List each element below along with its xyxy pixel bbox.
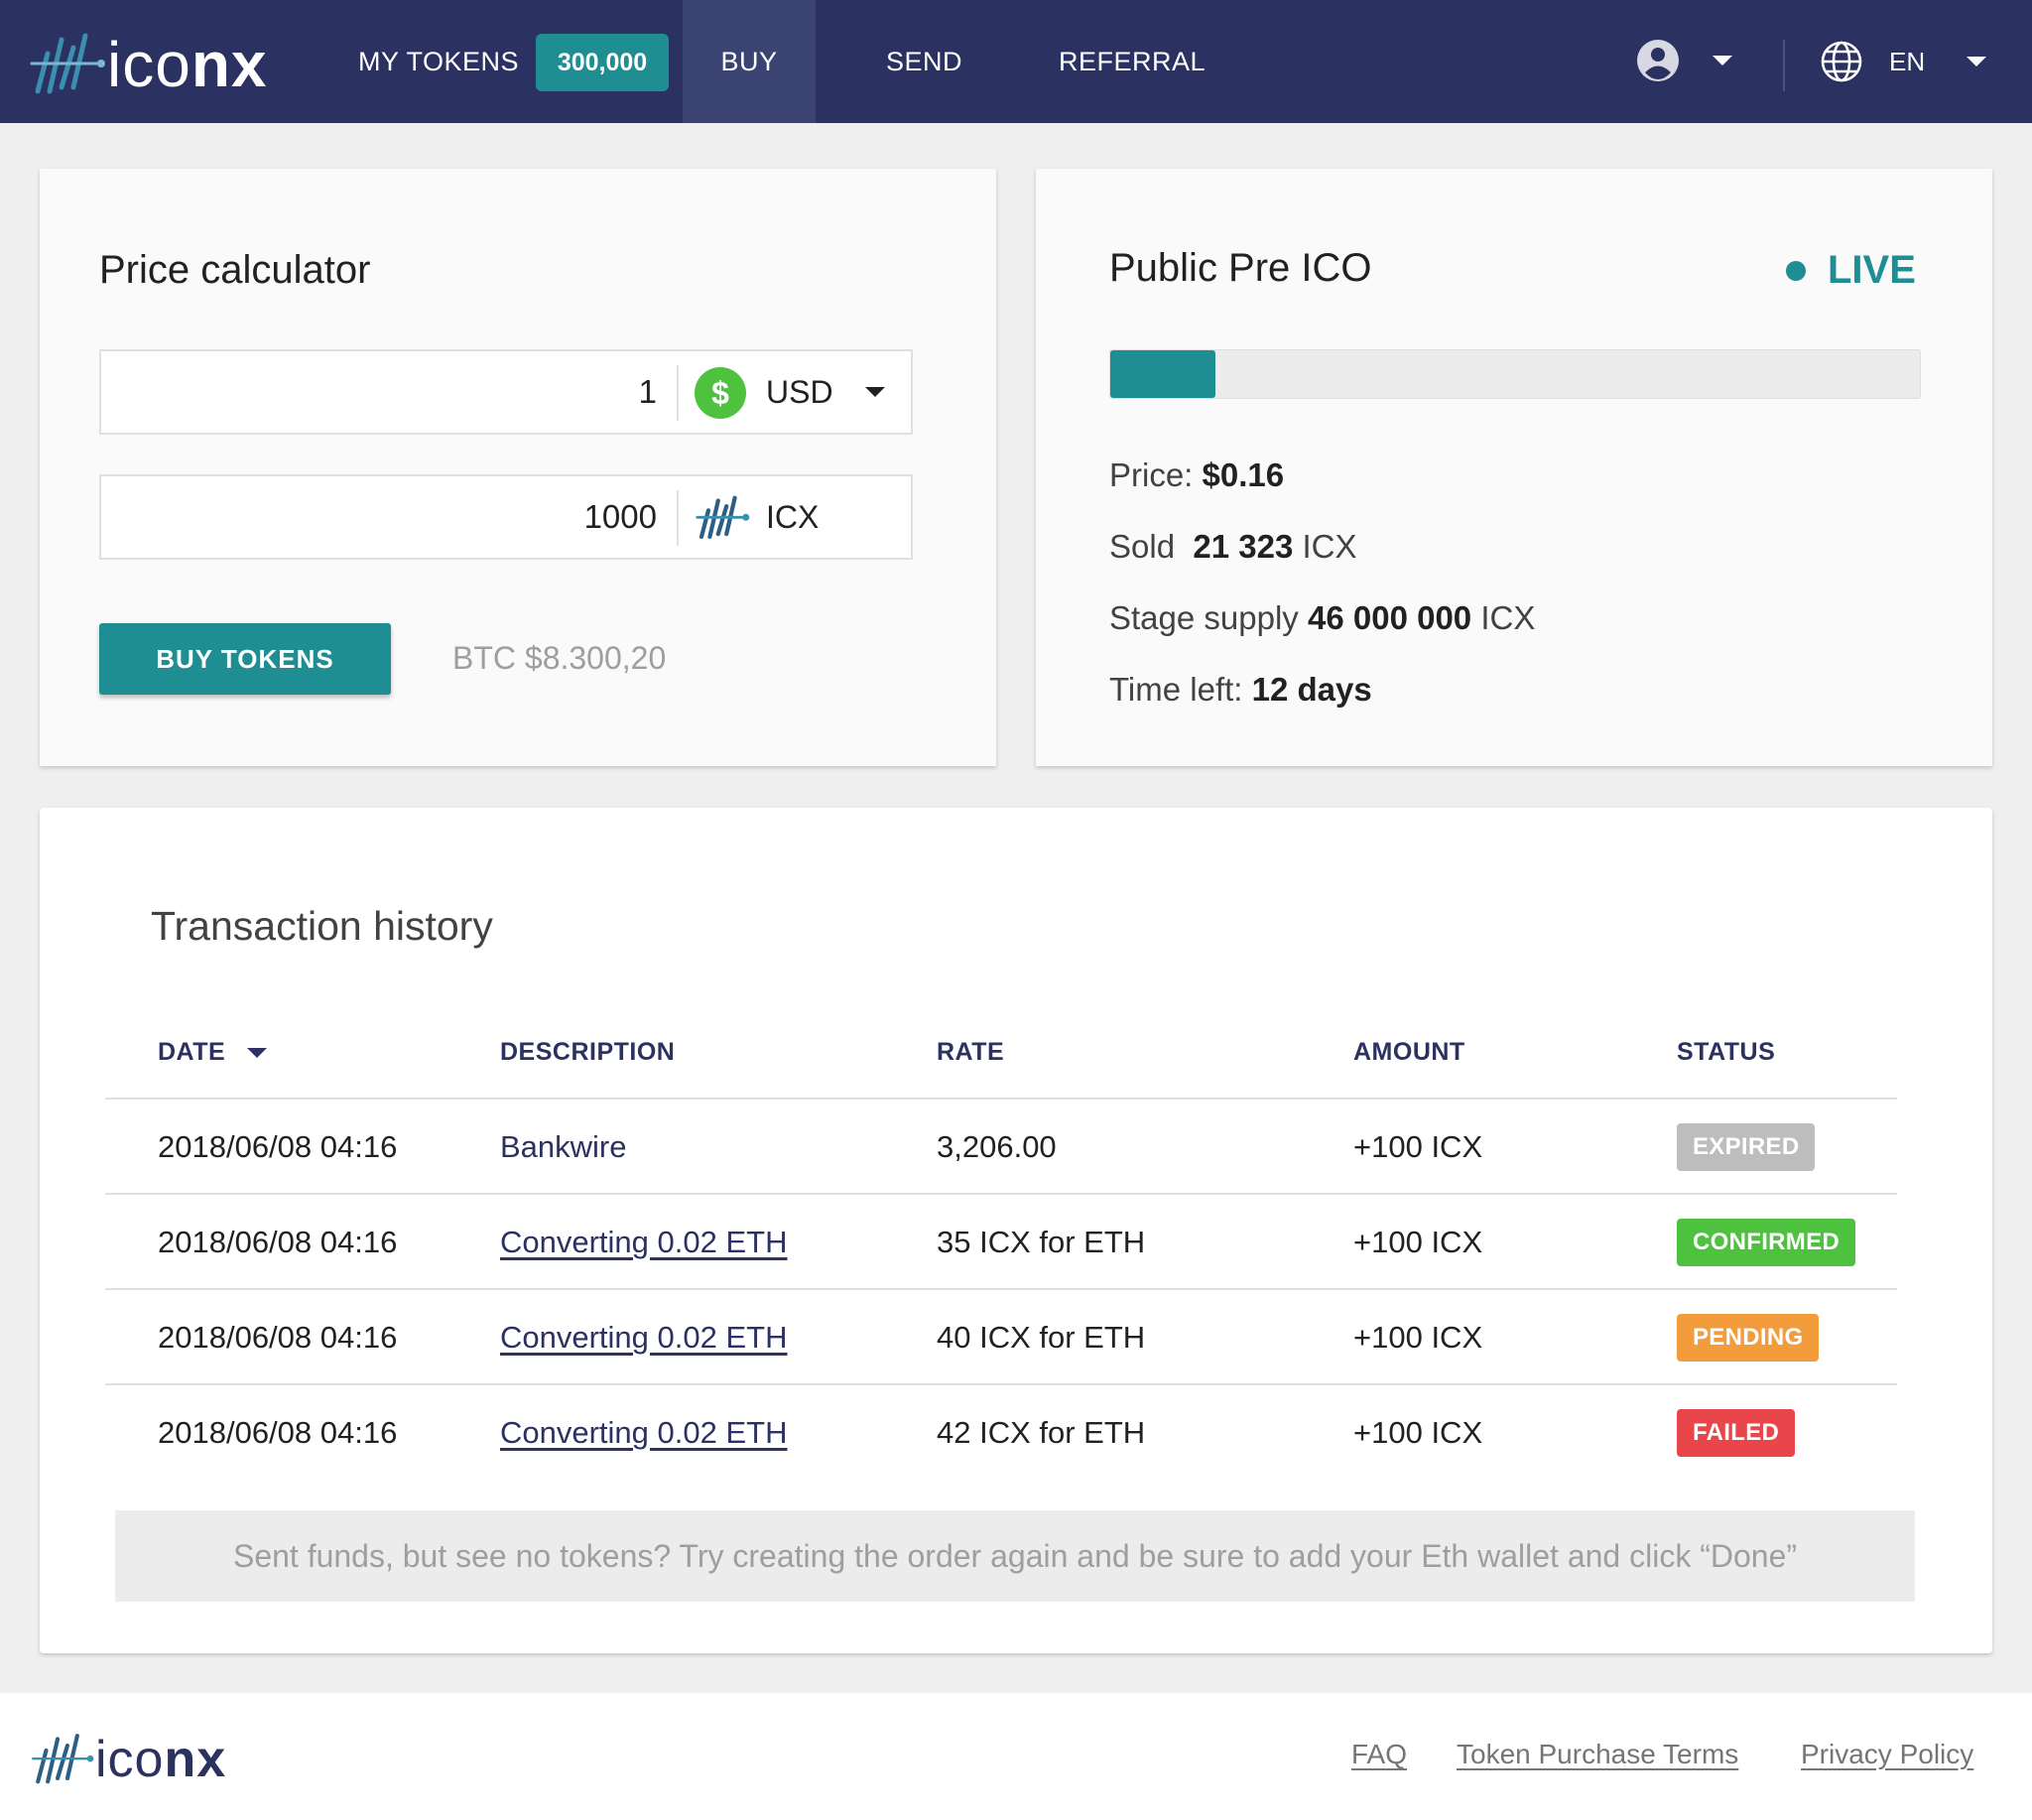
svg-text:$: $ <box>711 375 729 411</box>
nav-referral[interactable]: REFERRAL <box>1059 0 1206 123</box>
to-currency-label: ICX <box>766 498 820 535</box>
icx-logo-icon <box>32 1734 94 1784</box>
card-title: Price calculator <box>99 248 371 292</box>
column-header-amount: AMOUNT <box>1353 1038 1465 1066</box>
to-amount-row: 1000 ICX <box>99 474 913 560</box>
footer: iconx FAQ Token Purchase Terms Privacy P… <box>0 1693 2032 1820</box>
row-description-link[interactable]: Converting 0.02 ETH <box>500 1195 787 1290</box>
table-row: 2018/06/08 04:16 Converting 0.02 ETH 35 … <box>105 1195 1897 1290</box>
row-date: 2018/06/08 04:16 <box>158 1415 398 1450</box>
row-rate: 42 ICX for ETH <box>937 1415 1146 1450</box>
user-menu[interactable] <box>1635 38 1732 83</box>
table-row: 2018/06/08 04:16 Bankwire 3,206.00 +100 … <box>105 1100 1897 1195</box>
footer-link-privacy[interactable]: Privacy Policy <box>1801 1739 1973 1770</box>
row-status-cell: PENDING <box>1677 1290 1820 1385</box>
card-title: Transaction history <box>151 903 493 949</box>
from-currency-select[interactable]: USD <box>766 351 833 433</box>
field-divider <box>677 490 679 546</box>
iconx-logo[interactable]: iconx <box>30 1731 226 1788</box>
row-date: 2018/06/08 04:16 <box>158 1225 398 1259</box>
footer-link-faq[interactable]: FAQ <box>1351 1739 1407 1770</box>
icx-logo-icon <box>696 495 750 539</box>
globe-icon <box>1821 41 1862 82</box>
help-note: Sent funds, but see no tokens? Try creat… <box>115 1510 1915 1602</box>
card-title: Public Pre ICO <box>1109 246 1372 290</box>
account-circle-icon <box>1637 40 1679 81</box>
iconx-logo[interactable]: iconx <box>28 30 268 99</box>
chevron-down-icon[interactable] <box>865 387 885 397</box>
time-left-stat: Time left: 12 days <box>1109 671 1372 708</box>
ico-status-card: Public Pre ICO LIVE Price: $0.16 Sold 21… <box>1036 169 1992 766</box>
live-status-indicator: LIVE <box>1786 248 1916 293</box>
row-date: 2018/06/08 04:16 <box>158 1320 398 1355</box>
from-amount-input[interactable]: 1 <box>639 351 657 433</box>
price-calculator-card: Price calculator 1 $ USD 1000 ICX BUY TO… <box>40 169 996 766</box>
token-balance-badge: 300,000 <box>536 34 669 91</box>
status-badge: FAILED <box>1677 1409 1796 1457</box>
nav-my-tokens[interactable]: MY TOKENS <box>358 0 519 123</box>
row-amount: +100 ICX <box>1353 1225 1483 1259</box>
to-amount-input[interactable]: 1000 <box>584 476 657 558</box>
icx-logo-icon <box>30 33 105 94</box>
sold-stat: Sold 21 323 ICX <box>1109 528 1357 565</box>
from-amount-row: 1 $ USD <box>99 349 913 435</box>
sale-progress-bar <box>1109 349 1921 399</box>
nav-divider <box>1783 40 1785 91</box>
transaction-history-card: Transaction history DATE DESCRIPTION RAT… <box>40 808 1992 1653</box>
row-rate: 40 ICX for ETH <box>937 1320 1146 1355</box>
buy-tokens-button[interactable]: BUY TOKENS <box>99 623 391 695</box>
row-amount: +100 ICX <box>1353 1320 1483 1355</box>
row-date: 2018/06/08 04:16 <box>158 1129 398 1164</box>
language-selector[interactable]: EN <box>1820 40 1987 83</box>
status-badge: CONFIRMED <box>1677 1219 1856 1266</box>
brand-wordmark: iconx <box>95 1731 227 1788</box>
row-status-cell: CONFIRMED <box>1677 1195 1856 1290</box>
live-dot-icon <box>1786 260 1806 281</box>
row-description-link[interactable]: Converting 0.02 ETH <box>500 1385 787 1481</box>
stage-supply-stat: Stage supply 46 000 000 ICX <box>1109 599 1536 636</box>
table-row: 2018/06/08 04:16 Converting 0.02 ETH 42 … <box>105 1385 1897 1481</box>
chevron-down-icon <box>1967 57 1987 66</box>
nav-send[interactable]: SEND <box>886 0 962 123</box>
sale-progress-fill <box>1110 350 1216 398</box>
language-label: EN <box>1889 46 1926 76</box>
footer-link-terms[interactable]: Token Purchase Terms <box>1457 1739 1738 1770</box>
field-divider <box>677 365 679 421</box>
sort-down-icon <box>247 1047 268 1058</box>
nav-buy[interactable]: BUY <box>683 0 816 123</box>
btc-rate-text: BTC $8.300,20 <box>452 640 667 676</box>
row-description: Bankwire <box>500 1129 627 1164</box>
status-badge: EXPIRED <box>1677 1123 1816 1171</box>
chevron-down-icon <box>1713 56 1732 65</box>
column-header-date[interactable]: DATE <box>158 1038 268 1067</box>
top-navigation-bar: iconx MY TOKENS 300,000 BUY SEND REFERRA… <box>0 0 2032 123</box>
row-amount: +100 ICX <box>1353 1415 1483 1450</box>
column-header-description: DESCRIPTION <box>500 1038 676 1066</box>
column-header-rate: RATE <box>937 1038 1005 1066</box>
status-badge: PENDING <box>1677 1314 1820 1362</box>
row-rate: 35 ICX for ETH <box>937 1225 1146 1259</box>
brand-wordmark: iconx <box>107 29 268 100</box>
row-status-cell: FAILED <box>1677 1385 1796 1481</box>
live-status-label: LIVE <box>1828 248 1916 292</box>
row-status-cell: EXPIRED <box>1677 1100 1816 1195</box>
row-rate: 3,206.00 <box>937 1129 1057 1164</box>
dollar-coin-icon: $ <box>695 367 746 419</box>
row-amount: +100 ICX <box>1353 1129 1483 1164</box>
price-stat: Price: $0.16 <box>1109 456 1285 493</box>
table-row: 2018/06/08 04:16 Converting 0.02 ETH 40 … <box>105 1290 1897 1385</box>
column-header-status: STATUS <box>1677 1038 1776 1066</box>
row-description-link[interactable]: Converting 0.02 ETH <box>500 1290 787 1385</box>
